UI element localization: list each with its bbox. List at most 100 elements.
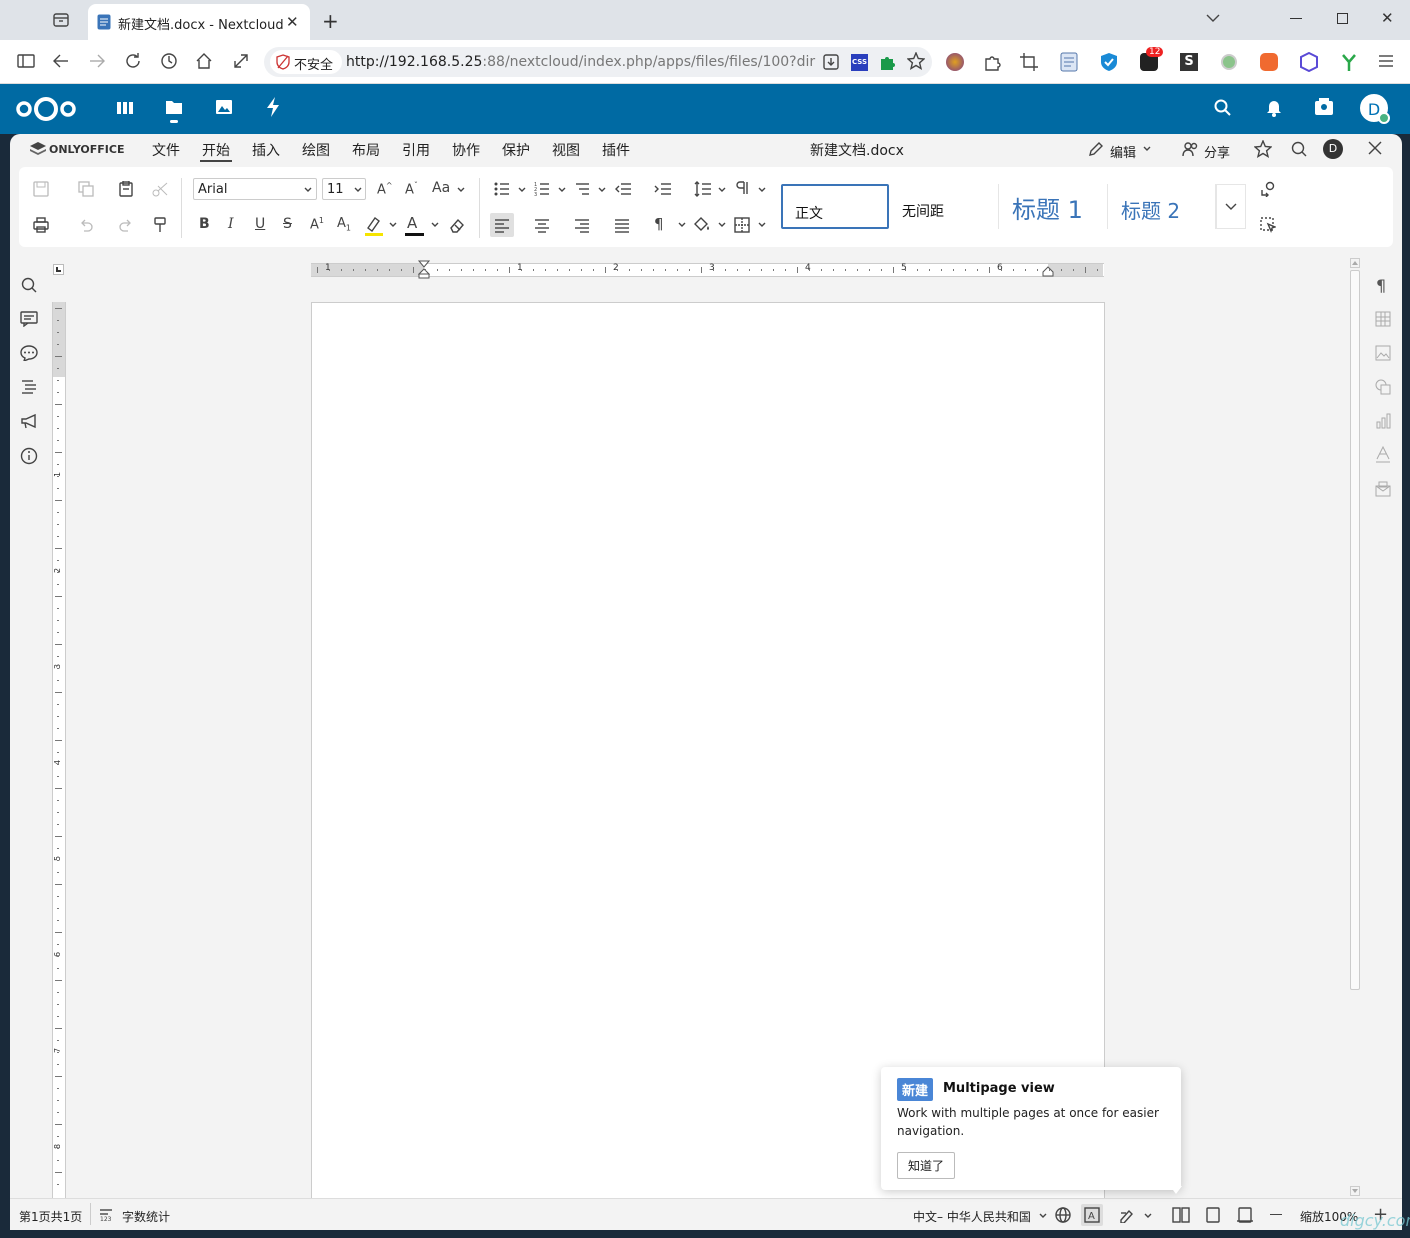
select-all-icon[interactable] [1260,217,1276,233]
textart-settings-icon[interactable] [1375,446,1391,464]
search-icon[interactable] [1214,99,1232,117]
increase-indent-icon[interactable] [654,181,672,197]
security-indicator[interactable]: 不安全 [270,50,342,74]
shape-settings-icon[interactable] [1375,379,1391,395]
activity-icon[interactable] [265,97,281,117]
branch-extension-icon[interactable] [1340,52,1358,72]
favorite-star-icon[interactable] [1254,140,1272,158]
edit-chevron-icon[interactable] [1143,146,1151,152]
line-spacing-icon[interactable] [694,181,712,197]
table-settings-icon[interactable] [1375,311,1391,327]
browser-menu-icon[interactable] [1378,54,1394,68]
borders-icon[interactable] [734,217,750,233]
address-bar[interactable]: 不安全 http://192.168.5.25:88/nextcloud/ind… [264,47,932,77]
close-window-icon[interactable]: ✕ [1381,9,1394,27]
change-case-chevron-icon[interactable] [457,187,465,193]
download-page-icon[interactable] [822,53,840,71]
home-icon[interactable] [195,52,213,70]
decrease-font-icon[interactable]: Aˇ [405,181,418,197]
files-icon[interactable] [165,99,183,115]
vertical-scrollbar[interactable] [1349,258,1361,1198]
numbered-list-icon[interactable]: 123 [534,181,550,197]
nonprinting-chars-icon[interactable]: ¶ [654,215,664,233]
align-left-button[interactable] [490,213,514,237]
s-extension-icon[interactable]: S [1180,53,1198,71]
nonprinting-chevron-icon[interactable] [678,222,686,228]
menu-references[interactable]: 引用 [402,140,430,160]
menu-collaboration[interactable]: 协作 [452,140,480,160]
borders-chevron-icon[interactable] [758,222,766,228]
tampermonkey-icon[interactable] [1260,53,1278,71]
menu-layout[interactable]: 布局 [352,140,380,160]
replace-icon[interactable] [1260,181,1276,197]
increase-font-icon[interactable]: A^ [377,181,393,197]
document-page[interactable] [311,302,1105,1200]
dashboard-icon[interactable] [117,102,133,114]
chart-settings-icon[interactable] [1375,413,1391,429]
fit-width-icon[interactable] [1237,1207,1253,1223]
shield-extension-icon[interactable] [1100,52,1118,72]
multilevel-chevron-icon[interactable] [598,187,606,193]
contacts-icon[interactable] [1314,98,1334,116]
numbered-chevron-icon[interactable] [558,187,566,193]
paragraph-settings-icon[interactable]: ¶ [1376,276,1386,295]
close-tab-icon[interactable]: ✕ [286,13,299,31]
subscript-icon[interactable]: A1 [337,216,351,233]
menu-plugins[interactable]: 插件 [602,140,630,160]
redo-icon[interactable] [118,217,134,233]
editor-search-icon[interactable] [1291,141,1307,157]
browser-tab[interactable]: 新建文档.docx - Nextcloud ✕ [88,4,310,40]
print-icon[interactable] [33,217,49,233]
minimize-icon[interactable] [1290,18,1302,19]
image-settings-icon[interactable] [1375,345,1391,361]
history-icon[interactable] [160,52,178,70]
paste-icon[interactable] [118,181,134,197]
menu-home[interactable]: 开始 [202,140,230,160]
mail-merge-icon[interactable] [1375,481,1391,497]
word-count-button[interactable]: 字数统计 [122,1208,170,1225]
strikethrough-icon[interactable]: S [283,216,292,232]
font-name-chevron-icon[interactable] [304,187,312,193]
chat-icon[interactable] [20,345,38,361]
multipage-view-icon[interactable] [1172,1207,1190,1223]
zoom-out-icon[interactable] [1270,1214,1282,1216]
highlight-chevron-icon[interactable] [389,222,397,228]
expand-icon[interactable] [232,52,250,70]
highlight-color-icon[interactable] [364,215,384,237]
editor-user-avatar[interactable]: D [1323,139,1343,159]
menu-view[interactable]: 视图 [552,140,580,160]
photos-icon[interactable] [215,98,233,116]
scroll-down-arrow[interactable] [1350,1186,1360,1196]
feedback-megaphone-icon[interactable] [20,413,38,429]
find-icon[interactable] [21,277,37,293]
about-info-icon[interactable] [20,447,38,465]
underline-icon[interactable]: U [255,216,265,232]
horizontal-ruler[interactable]: 1 1 2 3 4 5 6 [311,260,1104,279]
undo-icon[interactable] [78,217,94,233]
tab-stop-selector[interactable] [53,264,64,275]
copy-icon[interactable] [78,181,94,197]
styles-expand-button[interactable] [1216,184,1246,229]
maximize-icon[interactable] [1337,13,1348,24]
sidebar-toggle-icon[interactable] [17,53,35,69]
shading-icon[interactable] [693,216,711,232]
got-it-button[interactable]: 知道了 [897,1152,956,1179]
forward-icon[interactable] [88,53,106,69]
doc-language-globe-icon[interactable] [1055,1207,1071,1223]
font-size-chevron-icon[interactable] [354,187,362,193]
style-normal[interactable]: 正文 [781,184,889,229]
navigation-icon[interactable] [21,379,37,395]
menu-protection[interactable]: 保护 [502,140,530,160]
cut-icon[interactable] [152,181,168,197]
reader-icon[interactable] [1060,52,1078,72]
tab-actions-icon[interactable] [52,11,70,29]
align-center-icon[interactable] [534,217,550,233]
green-extension-icon[interactable] [1221,54,1237,70]
multilevel-list-icon[interactable] [574,181,590,197]
nextcloud-logo[interactable] [15,96,77,122]
font-color-chevron-icon[interactable] [431,222,439,228]
bookmark-star-icon[interactable] [907,52,925,70]
crop-icon[interactable] [1019,52,1039,72]
style-no-spacing[interactable]: 无间距 [889,184,999,229]
superscript-icon[interactable]: A1 [310,216,324,232]
